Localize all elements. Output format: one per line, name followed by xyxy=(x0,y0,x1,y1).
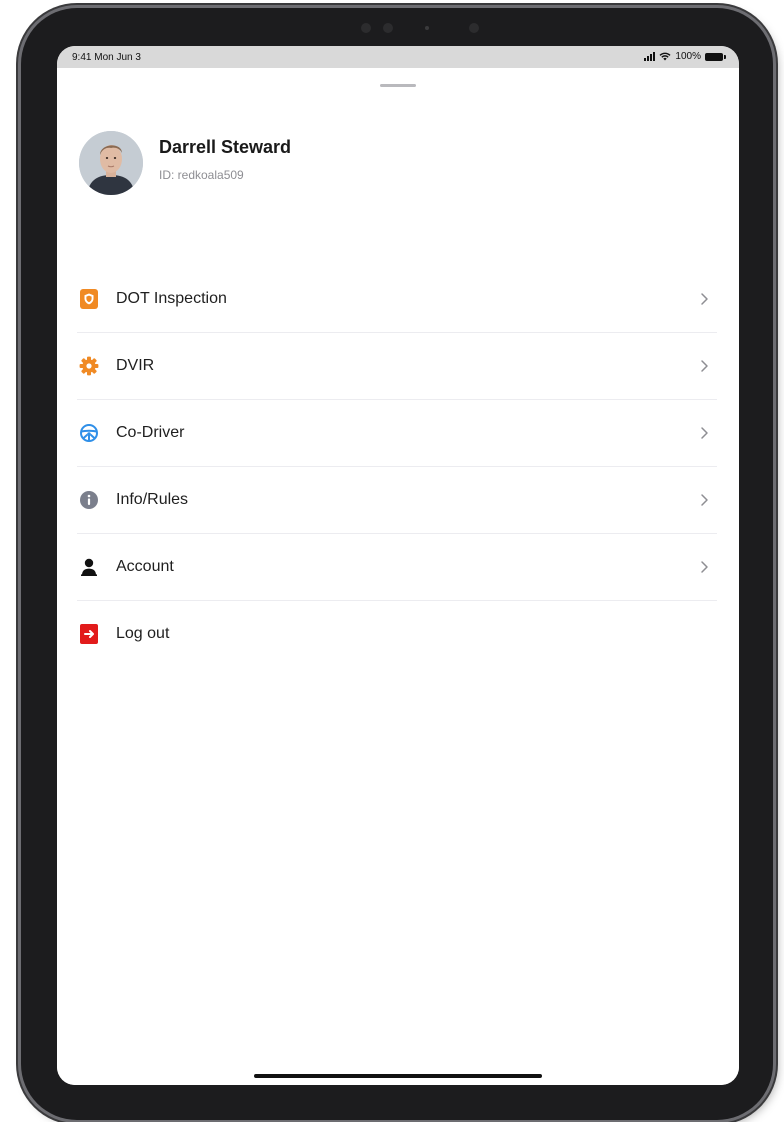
stage: 9:41 Mon Jun 3 100% Darrell Steward ID: … xyxy=(0,0,784,1122)
person-icon xyxy=(78,556,100,578)
menu-item-label: Log out xyxy=(116,625,170,642)
menu-list: DOT Inspection DVIR Co-Driver Info/Rules… xyxy=(77,266,717,667)
steering-wheel-icon xyxy=(78,422,100,444)
status-indicators: 100% xyxy=(644,51,726,62)
menu-item-info-rules[interactable]: Info/Rules xyxy=(77,467,717,534)
menu-item-log-out[interactable]: Log out xyxy=(77,601,717,667)
chevron-right-icon xyxy=(701,293,708,305)
logout-icon xyxy=(78,623,100,645)
chevron-right-icon xyxy=(701,561,708,573)
menu-item-label: Account xyxy=(116,558,174,575)
profile-header: Darrell Steward ID: redkoala509 xyxy=(79,131,291,195)
profile-id: ID: redkoala509 xyxy=(159,167,244,182)
status-bar: 9:41 Mon Jun 3 100% xyxy=(57,46,739,68)
chevron-right-icon xyxy=(701,360,708,372)
status-time: 9:41 Mon Jun 3 xyxy=(72,52,141,63)
menu-item-label: Co-Driver xyxy=(116,424,185,441)
chevron-right-icon xyxy=(701,427,708,439)
menu-item-label: DOT Inspection xyxy=(116,290,227,307)
avatar xyxy=(79,131,143,195)
home-indicator[interactable] xyxy=(254,1074,542,1078)
menu-item-dot-inspection[interactable]: DOT Inspection xyxy=(77,266,717,333)
info-icon xyxy=(78,489,100,511)
menu-item-label: Info/Rules xyxy=(116,491,189,508)
sensor-dot xyxy=(469,23,479,33)
profile-text: Darrell Steward ID: redkoala509 xyxy=(159,137,291,182)
camera-array xyxy=(361,22,491,34)
menu-item-label: DVIR xyxy=(116,357,155,374)
menu-item-co-driver[interactable]: Co-Driver xyxy=(77,400,717,467)
wifi-icon xyxy=(659,52,671,61)
gear-icon xyxy=(78,355,100,377)
battery-icon xyxy=(705,52,726,61)
camera-lens xyxy=(383,23,393,33)
sensor-dot xyxy=(425,26,429,30)
document-shield-icon xyxy=(78,288,100,310)
profile-name: Darrell Steward xyxy=(159,136,292,157)
sheet-grabber[interactable] xyxy=(380,84,416,87)
menu-item-dvir[interactable]: DVIR xyxy=(77,333,717,400)
screen: 9:41 Mon Jun 3 100% Darrell Steward ID: … xyxy=(57,46,739,1085)
sensor-dot xyxy=(361,23,371,33)
menu-sheet: Darrell Steward ID: redkoala509 DOT Insp… xyxy=(57,68,739,1085)
menu-item-account[interactable]: Account xyxy=(77,534,717,601)
chevron-right-icon xyxy=(701,494,708,506)
tablet-frame: 9:41 Mon Jun 3 100% Darrell Steward ID: … xyxy=(21,8,773,1120)
signal-icon xyxy=(644,52,656,61)
battery-percent: 100% xyxy=(675,51,701,62)
